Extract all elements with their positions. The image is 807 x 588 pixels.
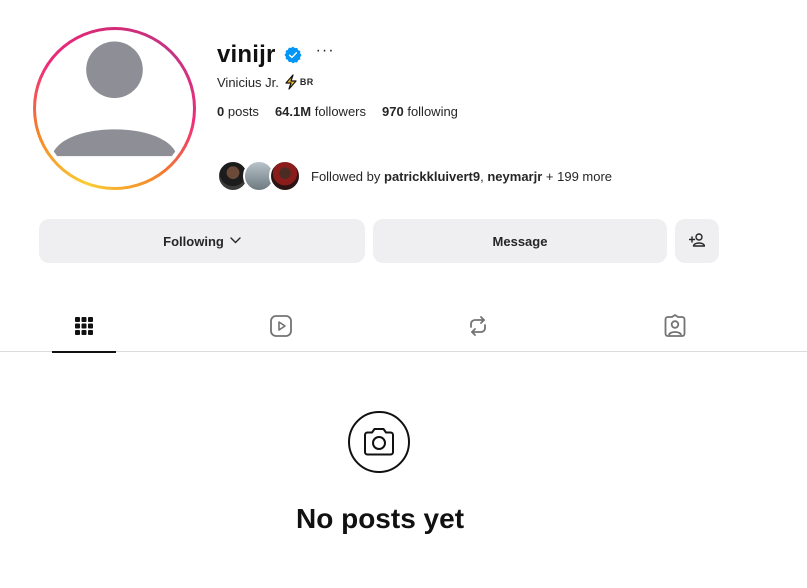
message-button-label: Message (492, 233, 548, 249)
followers-count: 64.1M (274, 104, 312, 119)
following-button[interactable]: Following (39, 219, 365, 263)
followed-by-user-1[interactable]: patrickkluivert9 (384, 169, 480, 184)
posts-label: posts (227, 104, 259, 119)
tab-reposts[interactable] (446, 304, 510, 352)
posts-count: 0 (217, 104, 225, 119)
following-stat[interactable]: 970 following (382, 104, 458, 119)
mutual-avatars (217, 160, 301, 192)
followed-by-text: Followed by patrickkluivert9, neymarjr +… (311, 169, 612, 184)
full-name: Vinicius Jr. (217, 74, 279, 90)
followed-by-row[interactable]: Followed by patrickkluivert9, neymarjr +… (217, 160, 612, 192)
grid-icon (74, 316, 94, 341)
tagged-icon (663, 313, 687, 343)
mutual-avatar (269, 160, 301, 192)
empty-state-title: No posts yet (295, 503, 465, 534)
default-avatar-icon (40, 34, 189, 183)
tab-grid[interactable] (52, 304, 116, 353)
profile-avatar[interactable] (33, 27, 196, 190)
following-button-label: Following (163, 233, 224, 249)
tab-reels[interactable] (249, 304, 313, 352)
full-name-row: Vinicius Jr. BR (217, 74, 314, 90)
username-row: vinijr ··· (217, 41, 335, 69)
following-count: 970 (382, 104, 404, 119)
lightning-bolt-icon (284, 74, 298, 90)
reels-icon (269, 314, 293, 343)
verified-badge-icon (284, 46, 302, 64)
more-options-icon[interactable]: ··· (316, 43, 335, 59)
chevron-down-icon (230, 236, 241, 247)
followed-by-more: + 199 more (545, 168, 613, 184)
posts-stat: 0 posts (217, 104, 259, 119)
tab-tagged[interactable] (643, 304, 707, 352)
add-user-button[interactable] (675, 219, 719, 263)
profile-tabs (0, 304, 807, 353)
country-badge: BR (299, 77, 314, 87)
repost-icon (467, 315, 489, 342)
stats-row: 0 posts 64.1M followers 970 following (217, 104, 474, 119)
followed-by-separator: , (480, 168, 484, 184)
followers-stat[interactable]: 64.1M followers (275, 104, 366, 119)
followed-by-user-2[interactable]: neymarjr (487, 169, 542, 184)
add-user-icon (688, 232, 706, 251)
following-label: following (407, 104, 458, 119)
avatar-inner (36, 30, 193, 187)
message-button[interactable]: Message (373, 219, 667, 263)
followers-label: followers (314, 104, 366, 119)
followed-by-prefix: Followed by (311, 168, 381, 184)
camera-icon (348, 411, 410, 473)
username: vinijr (217, 41, 276, 68)
